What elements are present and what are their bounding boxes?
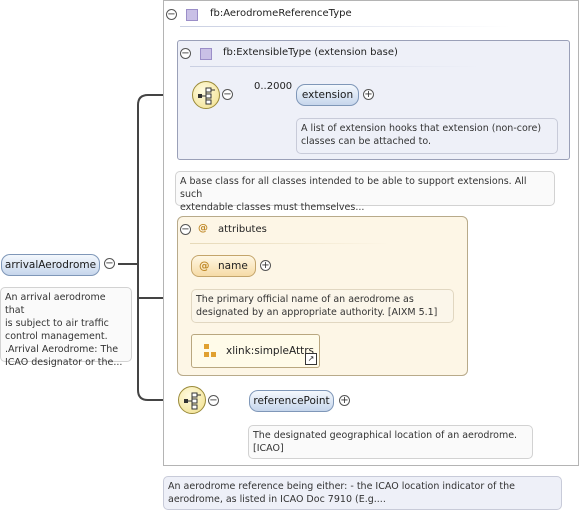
extension-cardinality: 0..2000 — [254, 81, 293, 92]
type-doc: An aerodrome reference being either: - t… — [163, 476, 562, 510]
base-doc: A base class for all classes intended to… — [175, 171, 555, 213]
name-attribute-doc: The primary official name of an aerodrom… — [191, 289, 454, 323]
group-square-icon-c — [211, 352, 216, 357]
base-doc-line-2: extendable classes must themselves... — [180, 202, 365, 213]
root-doc-line-4: .Arrival Aerodrome: The — [5, 344, 119, 355]
attributes-collapse-icon[interactable]: − — [180, 224, 191, 235]
root-doc-line-3: control management. — [5, 331, 108, 342]
name-doc-line-2: designated by an appropriate authority. … — [196, 307, 438, 318]
extension-doc-line-2: classes can be attached to. — [301, 136, 431, 147]
complex-type-icon — [186, 9, 198, 21]
sequence-collapse-icon[interactable]: − — [222, 89, 233, 100]
root-doc: An arrival aerodrome that is subject to … — [0, 287, 132, 368]
type-name: fb:AerodromeReferenceType — [210, 8, 352, 19]
attribute-group-box[interactable]: xlink:simpleAttrs ↗ — [191, 334, 320, 368]
base-type-icon — [200, 48, 212, 60]
type-header-divider — [180, 26, 510, 27]
name-doc-line-1: The primary official name of an aerodrom… — [196, 294, 414, 305]
base-doc-line-1: A base class for all classes intended to… — [180, 176, 527, 200]
sequence-glyph-icon — [198, 87, 215, 105]
extension-doc-line-1: A list of extension hooks that extension… — [301, 123, 542, 134]
extension-element[interactable]: extension — [296, 84, 359, 106]
attributes-at-icon: @ — [198, 223, 208, 234]
extension-doc: A list of extension hooks that extension… — [296, 118, 558, 154]
sequence-compositor-2-icon[interactable] — [178, 386, 206, 414]
sequence-compositor-icon[interactable] — [192, 81, 220, 109]
external-link-icon[interactable]: ↗ — [305, 353, 317, 365]
root-doc-line-1: An arrival aerodrome that — [5, 292, 106, 316]
type-collapse-icon[interactable]: − — [166, 9, 177, 20]
root-doc-line-2: is subject to air traffic — [5, 318, 109, 329]
root-doc-line-5: ICAO designator or the... — [5, 357, 123, 368]
attributes-title: attributes — [218, 224, 267, 235]
attribute-group-name: xlink:simpleAttrs — [226, 345, 314, 357]
referencepoint-expand-icon[interactable]: + — [339, 395, 350, 406]
sequence-2-collapse-icon[interactable]: − — [208, 395, 219, 406]
name-attribute-expand-icon[interactable]: + — [260, 260, 271, 271]
base-header-divider — [190, 66, 480, 67]
referencepoint-doc: The designated geographical location of … — [248, 425, 533, 459]
group-square-icon-b — [204, 352, 209, 357]
referencepoint-element[interactable]: referencePoint — [249, 390, 334, 412]
name-attribute[interactable]: @ name — [191, 255, 256, 277]
type-doc-line-1: An aerodrome reference being either: - t… — [168, 481, 516, 492]
referencepoint-doc-line-1: The designated geographical location of … — [253, 430, 518, 441]
sequence-glyph-2-icon — [184, 392, 201, 410]
type-doc-line-2: aerodrome, as listed in ICAO Doc 7910 (E… — [168, 494, 386, 505]
root-element[interactable]: arrivalAerodrome — [1, 254, 100, 276]
name-attribute-at-icon: @ — [199, 260, 210, 272]
base-type-name: fb:ExtensibleType (extension base) — [223, 47, 398, 58]
name-attribute-label: name — [218, 260, 248, 272]
attributes-divider — [190, 243, 390, 244]
base-collapse-icon[interactable]: − — [180, 48, 191, 59]
root-collapse-icon[interactable]: − — [104, 258, 115, 269]
extension-expand-icon[interactable]: + — [363, 89, 374, 100]
referencepoint-doc-line-2: [ICAO] — [253, 443, 284, 454]
group-square-icon-a — [204, 344, 209, 349]
